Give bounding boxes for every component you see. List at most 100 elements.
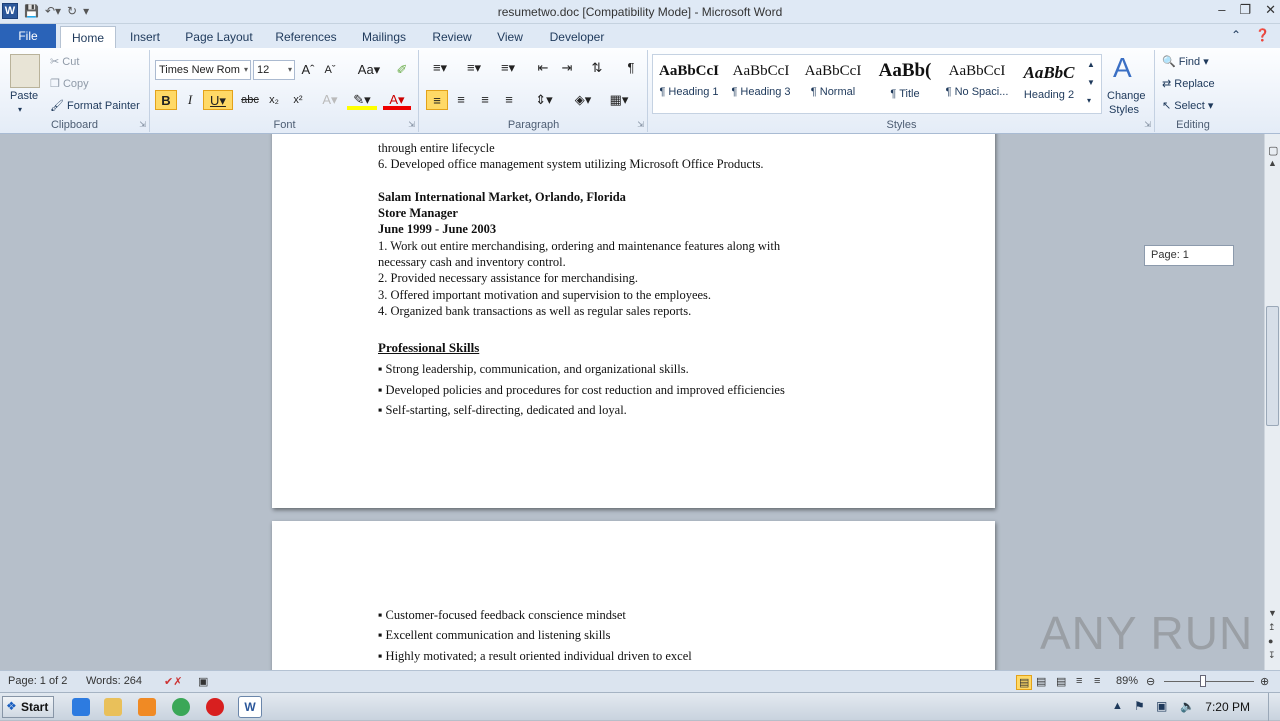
chrome-icon[interactable]: [172, 698, 190, 716]
zoom-out-icon[interactable]: ⊖: [1146, 675, 1155, 688]
style-no-spacing[interactable]: AaBbCcI ¶ No Spaci...: [941, 57, 1013, 111]
action-center-icon[interactable]: ⚑: [1134, 699, 1145, 713]
font-size-combo[interactable]: 12 ▾: [253, 60, 295, 80]
style-heading-3[interactable]: AaBbCcI ¶ Heading 3: [725, 57, 797, 111]
clear-formatting-icon[interactable]: ✐: [391, 60, 413, 80]
scroll-up-icon[interactable]: ▲: [1268, 158, 1277, 168]
full-screen-reading-icon[interactable]: ▤: [1036, 675, 1046, 688]
tab-home[interactable]: Home: [60, 26, 116, 49]
paste-button[interactable]: Paste: [10, 88, 38, 104]
zoom-slider-track[interactable]: [1164, 681, 1254, 682]
tab-review[interactable]: Review: [426, 26, 478, 48]
select-button[interactable]: ↖ Select ▾: [1162, 98, 1213, 114]
decrease-indent-icon[interactable]: ⇤: [532, 58, 554, 78]
scrollbar-thumb[interactable]: [1266, 306, 1279, 426]
bullets-icon[interactable]: ≡▾: [426, 58, 454, 78]
clipboard-launcher-icon[interactable]: ⇲: [139, 120, 146, 129]
browse-object-icon[interactable]: ●: [1268, 636, 1273, 646]
outline-view-icon[interactable]: ≡: [1076, 675, 1082, 687]
justify-icon[interactable]: ≡: [498, 90, 520, 110]
multilevel-list-icon[interactable]: ≡▾: [494, 58, 522, 78]
styles-launcher-icon[interactable]: ⇲: [1144, 120, 1151, 129]
copy-button[interactable]: ❐ Copy: [50, 76, 89, 92]
highlight-color-icon[interactable]: ✎▾: [347, 90, 377, 110]
document-area[interactable]: through entire lifecycle 6. Developed of…: [0, 134, 1264, 670]
tab-page-layout[interactable]: Page Layout: [180, 26, 258, 48]
paragraph-launcher-icon[interactable]: ⇲: [637, 120, 644, 129]
find-button[interactable]: 🔍 Find ▾: [1162, 54, 1209, 70]
styles-scroll-down-icon[interactable]: ▼: [1087, 75, 1095, 91]
close-icon[interactable]: ✕: [1265, 2, 1276, 18]
replace-button[interactable]: ⇄ Replace: [1162, 76, 1215, 92]
tab-insert[interactable]: Insert: [122, 26, 168, 48]
tab-file[interactable]: File: [0, 24, 56, 48]
style-title[interactable]: AaBb(¶ Title: [869, 57, 941, 111]
font-family-combo[interactable]: Times New Rom ▾: [155, 60, 251, 80]
opera-icon[interactable]: [206, 698, 224, 716]
format-painter-button[interactable]: 🖌 Format Painter: [50, 98, 140, 114]
paste-dropdown-icon[interactable]: ▾: [18, 102, 22, 118]
pilcrow-icon[interactable]: ¶: [620, 58, 642, 78]
bold-button[interactable]: B: [155, 90, 177, 110]
sort-icon[interactable]: ⇅: [586, 58, 608, 78]
style-normal[interactable]: AaBbCcI ¶ Normal: [797, 57, 869, 111]
change-styles-icon[interactable]: A: [1113, 52, 1132, 84]
grow-font-icon[interactable]: Aˆ: [297, 60, 319, 80]
draft-view-icon[interactable]: ≡: [1094, 675, 1100, 687]
help-icon[interactable]: ❓: [1255, 28, 1270, 42]
borders-icon[interactable]: ▦▾: [604, 90, 634, 110]
shrink-font-icon[interactable]: Aˇ: [319, 60, 341, 80]
zoom-slider-handle[interactable]: [1200, 675, 1206, 687]
network-icon[interactable]: ▣: [1156, 699, 1167, 713]
page-2[interactable]: ▪ Customer-focused feedback conscience m…: [272, 521, 995, 670]
numbering-icon[interactable]: ≡▾: [460, 58, 488, 78]
clock[interactable]: 7:20 PM: [1205, 700, 1250, 714]
strikethrough-button[interactable]: abc: [239, 90, 261, 110]
proofing-icon[interactable]: ✔✗: [164, 675, 182, 688]
vertical-scrollbar[interactable]: ▢ ▲ ▼ ↥ ● ↧: [1264, 134, 1280, 670]
tab-references[interactable]: References: [270, 26, 342, 48]
styles-more-icon[interactable]: ▾: [1087, 93, 1091, 109]
next-page-icon[interactable]: ↧: [1268, 650, 1276, 661]
ie-icon[interactable]: [72, 698, 90, 716]
page-count[interactable]: Page: 1 of 2: [8, 675, 67, 687]
paste-icon[interactable]: [10, 54, 40, 88]
word-taskbar-icon[interactable]: W: [238, 696, 262, 718]
font-color-icon[interactable]: A▾: [383, 90, 411, 110]
styles-scroll-up-icon[interactable]: ▲: [1087, 57, 1095, 73]
explorer-icon[interactable]: [104, 698, 122, 716]
volume-icon[interactable]: 🔈: [1180, 699, 1195, 713]
tab-mailings[interactable]: Mailings: [354, 26, 414, 48]
style-heading-2[interactable]: AaBbC Heading 2: [1013, 57, 1085, 111]
minimize-icon[interactable]: –: [1218, 2, 1225, 18]
tab-view[interactable]: View: [490, 26, 530, 48]
increase-indent-icon[interactable]: ⇥: [556, 58, 578, 78]
word-count[interactable]: Words: 264: [86, 675, 142, 687]
style-heading-1[interactable]: AaBbCcI ¶ Heading 1: [653, 57, 725, 111]
zoom-in-icon[interactable]: ⊕: [1260, 675, 1269, 688]
previous-page-icon[interactable]: ↥: [1268, 622, 1276, 633]
tray-expand-icon[interactable]: ▲: [1112, 700, 1123, 712]
scroll-down-icon[interactable]: ▼: [1268, 608, 1277, 618]
print-layout-view-icon[interactable]: ▤: [1016, 675, 1033, 690]
ruler-toggle-icon[interactable]: ▢: [1268, 144, 1278, 157]
cut-button[interactable]: ✂ Cut: [50, 54, 79, 70]
font-launcher-icon[interactable]: ⇲: [408, 120, 415, 129]
shading-icon[interactable]: ◈▾: [568, 90, 598, 110]
text-effects-icon[interactable]: A▾: [317, 90, 343, 110]
show-desktop-button[interactable]: [1268, 693, 1280, 721]
web-layout-icon[interactable]: ▤: [1056, 675, 1066, 688]
restore-icon[interactable]: ❐: [1239, 2, 1251, 18]
change-styles-button-2[interactable]: Styles: [1109, 102, 1139, 118]
underline-button[interactable]: U▾: [203, 90, 233, 110]
zoom-level[interactable]: 89%: [1116, 675, 1138, 687]
macro-record-icon[interactable]: ▣: [198, 675, 208, 688]
subscript-button[interactable]: x₂: [263, 90, 285, 110]
superscript-button[interactable]: x²: [287, 90, 309, 110]
tab-developer[interactable]: Developer: [544, 26, 610, 48]
italic-button[interactable]: I: [179, 90, 201, 110]
line-spacing-icon[interactable]: ⇕▾: [530, 90, 558, 110]
media-player-icon[interactable]: [138, 698, 156, 716]
align-left-icon[interactable]: ≡: [426, 90, 448, 110]
page-1[interactable]: through entire lifecycle 6. Developed of…: [272, 134, 995, 508]
